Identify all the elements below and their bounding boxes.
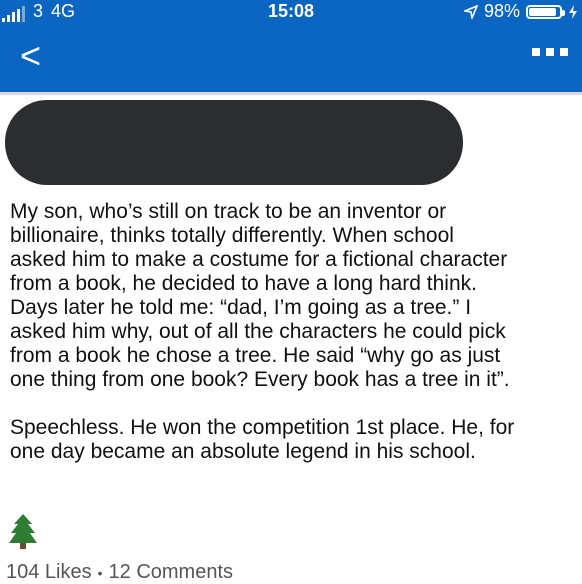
comments-count[interactable]: 12 Comments bbox=[109, 561, 234, 584]
status-right: 98% bbox=[463, 1, 578, 22]
redacted-author bbox=[5, 100, 463, 185]
evergreen-tree-icon bbox=[9, 514, 37, 549]
post-body: My son, who’s still on track to be an in… bbox=[10, 200, 578, 464]
battery-fill bbox=[529, 7, 557, 16]
location-arrow-icon bbox=[463, 4, 478, 19]
status-bar: 3 4G 15:08 98% bbox=[0, 0, 582, 24]
more-dots-icon[interactable] bbox=[532, 48, 568, 56]
engagement-stats: 104 Likes • 12 Comments bbox=[6, 561, 233, 584]
battery-icon bbox=[526, 4, 565, 19]
battery-percent: 98% bbox=[483, 1, 520, 21]
app-header: 3 4G 15:08 98% < bbox=[0, 0, 582, 92]
likes-count[interactable]: 104 Likes bbox=[6, 561, 92, 584]
header-divider bbox=[0, 92, 582, 95]
post-paragraph-1: My son, who’s still on track to be an in… bbox=[10, 200, 510, 391]
back-button[interactable]: < bbox=[20, 38, 41, 74]
post-paragraph-2: Speechless. He won the competition 1st p… bbox=[10, 416, 515, 463]
charging-bolt-icon bbox=[569, 4, 577, 19]
stats-separator: • bbox=[97, 564, 103, 581]
